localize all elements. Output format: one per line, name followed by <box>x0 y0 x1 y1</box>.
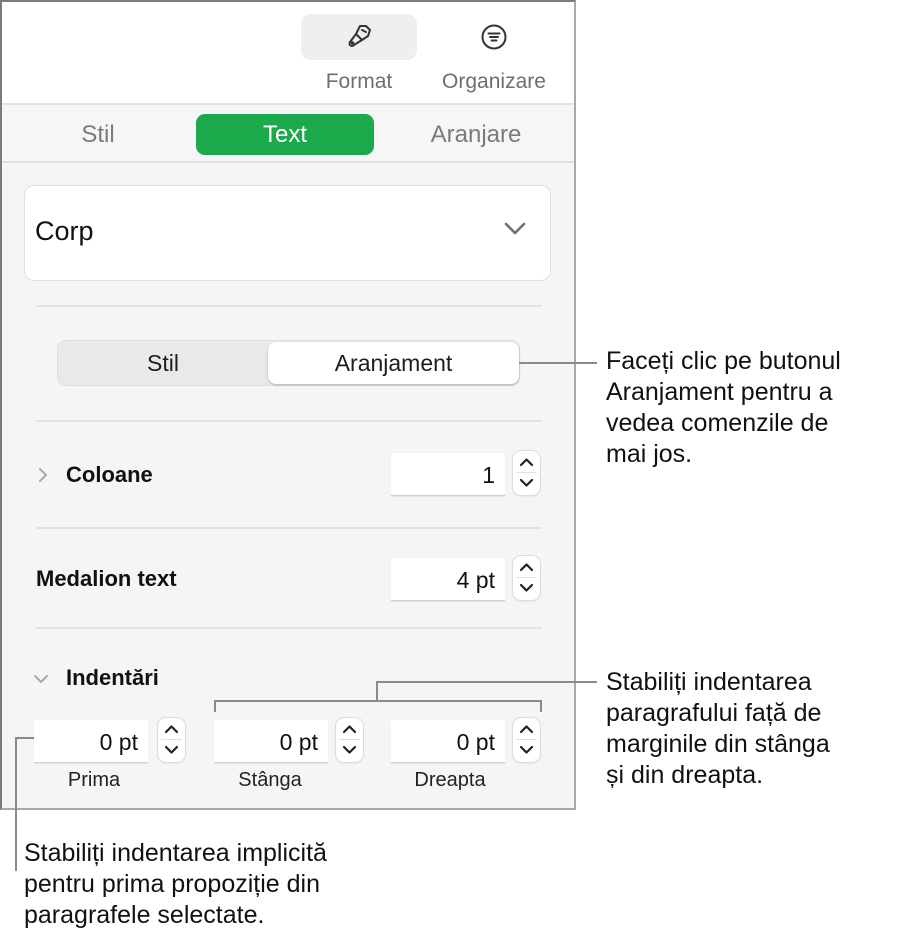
text-inset-stepper[interactable] <box>513 556 540 600</box>
tab-style[interactable]: Stil <box>42 114 154 155</box>
callout-bracket-horizontal <box>214 700 542 702</box>
callout-bracket-stem <box>376 681 378 701</box>
columns-field[interactable]: 1 <box>391 453 505 496</box>
divider <box>36 527 542 529</box>
text-inset-field[interactable]: 4 pt <box>391 558 505 601</box>
left-indent-stepper[interactable] <box>336 718 363 762</box>
stepper-down-icon[interactable] <box>342 745 357 755</box>
callout-line: Aranjament pentru a <box>606 378 833 406</box>
paragraph-style-value: Corp <box>35 216 94 246</box>
tab-text[interactable]: Text <box>196 114 374 155</box>
segment-style[interactable]: Stil <box>58 341 268 385</box>
tab-arrange[interactable]: Aranjare <box>402 114 550 155</box>
stepper-up-icon[interactable] <box>164 724 179 734</box>
format-button[interactable] <box>301 14 417 60</box>
callout-line: Stabiliți indentarea <box>606 668 812 696</box>
right-indent-field[interactable]: 0 pt <box>391 720 505 763</box>
organize-button-label[interactable]: Organizare <box>426 70 562 94</box>
disclosure-down-icon[interactable] <box>33 674 49 684</box>
callout-line: paragrafului față de <box>606 699 822 727</box>
callout-first-indent: Stabiliți indentarea implicită pentru pr… <box>24 838 327 931</box>
callout-line: mai jos. <box>606 440 693 468</box>
paragraph-style-select[interactable]: Corp <box>24 185 551 281</box>
stepper-down-icon[interactable] <box>519 478 534 488</box>
stepper-down-icon[interactable] <box>519 745 534 755</box>
paintbrush-icon <box>348 25 371 47</box>
stepper-up-icon[interactable] <box>342 724 357 734</box>
inspector-toolbar: Format Organizare <box>2 2 574 105</box>
stepper-down-icon[interactable] <box>519 583 534 593</box>
columns-stepper[interactable] <box>513 451 540 495</box>
columns-label: Coloane <box>66 462 153 487</box>
callout-line: Faceți clic pe butonul <box>606 347 841 375</box>
callout-arrangement: Faceți clic pe butonul Aranjament pentru… <box>606 346 841 470</box>
callout-line: și din dreapta. <box>606 761 764 789</box>
callout-line-first-horizontal <box>15 737 34 739</box>
callout-line: paragrafele selectate. <box>24 901 265 929</box>
divider <box>36 627 542 629</box>
format-inspector-panel: Format Organizare Stil Text Aranjare Cor… <box>0 0 576 810</box>
text-mode-segmented-control: Stil Aranjament <box>57 340 520 386</box>
callout-line: Stabiliți indentarea implicită <box>24 839 327 867</box>
callout-line: marginile din stânga <box>606 730 830 758</box>
first-indent-label: Prima <box>67 769 121 791</box>
format-button-label[interactable]: Format <box>301 70 417 94</box>
stepper-up-icon[interactable] <box>519 724 534 734</box>
disclosure-right-icon[interactable] <box>38 467 48 483</box>
chevron-down-icon <box>504 222 526 235</box>
callout-line: pentru prima propoziție din <box>24 870 320 898</box>
stepper-down-icon[interactable] <box>164 745 179 755</box>
callout-left-right-indent: Stabiliți indentarea paragrafului față d… <box>606 667 830 791</box>
divider <box>36 305 542 307</box>
right-indent-stepper[interactable] <box>513 718 540 762</box>
organize-icon <box>481 24 507 50</box>
right-indent-label: Dreapta <box>414 769 486 791</box>
stepper-up-icon[interactable] <box>519 562 534 572</box>
inspector-tabs: Stil Text Aranjare <box>2 105 574 163</box>
callout-line-arrangement <box>519 362 597 364</box>
stepper-up-icon[interactable] <box>519 457 534 467</box>
callout-line: vedea comenzile de <box>606 409 829 437</box>
left-indent-field[interactable]: 0 pt <box>214 720 328 763</box>
first-indent-field[interactable]: 0 pt <box>34 720 148 763</box>
segment-arrangement[interactable]: Aranjament <box>268 342 519 384</box>
indents-label: Indentări <box>66 665 159 690</box>
left-indent-label: Stânga <box>238 769 302 791</box>
callout-bracket-right-tick <box>540 700 542 712</box>
callout-line-left-right <box>376 681 597 683</box>
first-indent-stepper[interactable] <box>158 718 185 762</box>
text-inset-label: Medalion text <box>36 566 177 591</box>
callout-bracket-left-tick <box>214 700 216 712</box>
callout-line-first-vertical <box>15 737 17 871</box>
organize-button[interactable] <box>436 14 552 60</box>
divider <box>36 420 542 422</box>
